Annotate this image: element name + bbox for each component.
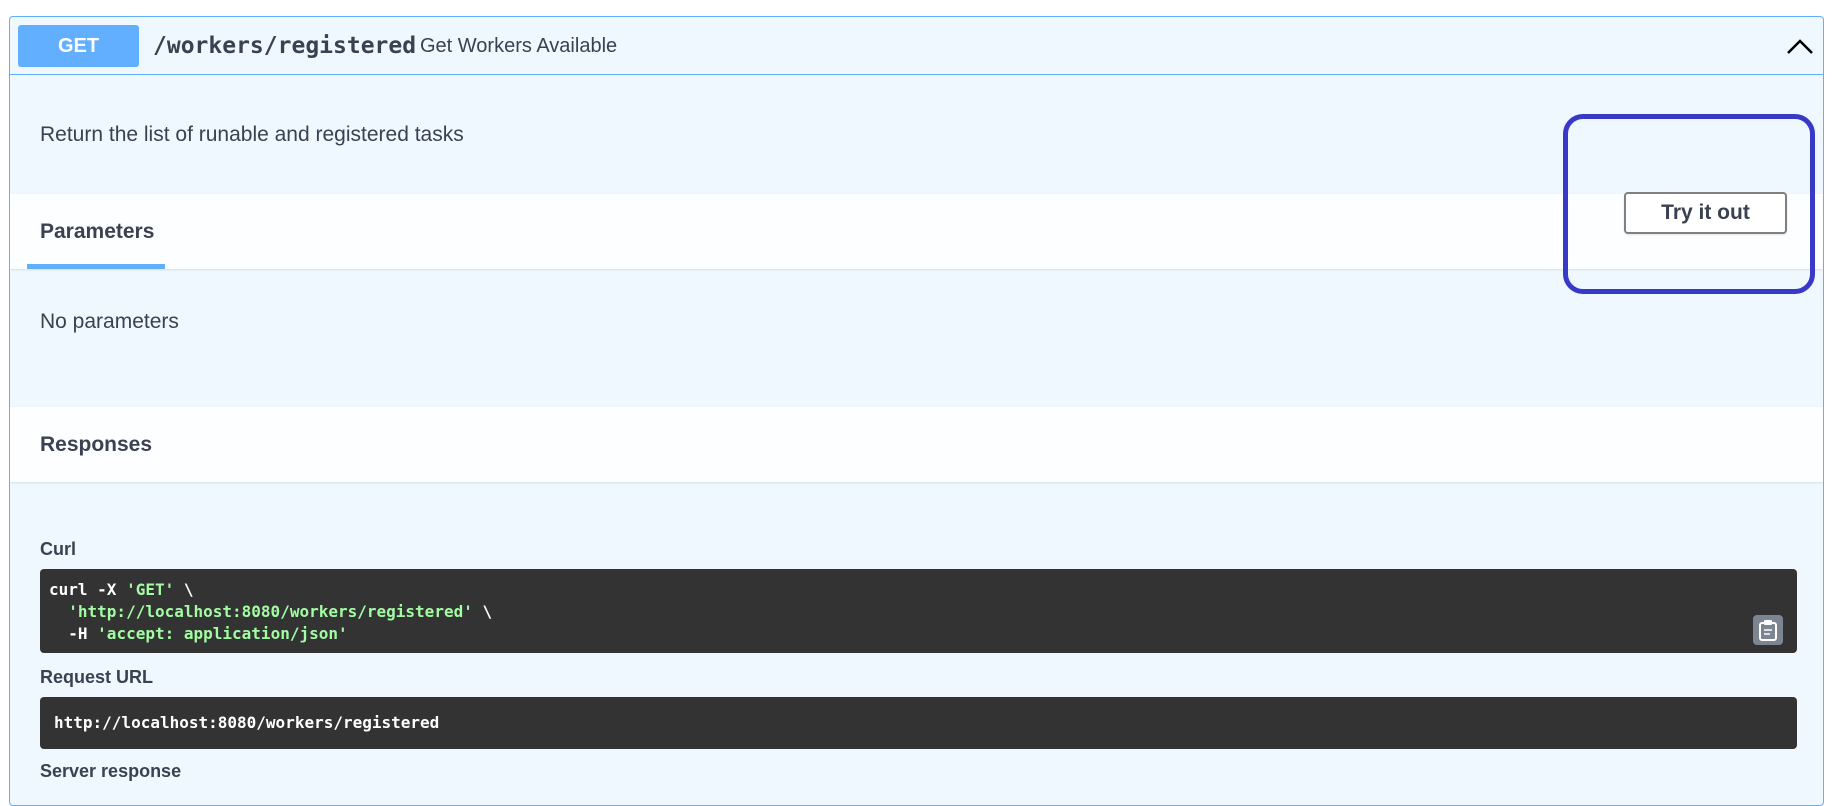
tab-active-indicator <box>27 264 165 269</box>
clipboard-icon <box>1759 620 1777 641</box>
no-parameters-text: No parameters <box>40 310 179 333</box>
tab-parameters[interactable]: Parameters <box>40 220 154 244</box>
request-url-value: http://localhost:8080/workers/registered <box>40 697 1797 749</box>
method-badge: GET <box>18 25 139 67</box>
request-url-label: Request URL <box>40 667 154 687</box>
curl-line-2: 'http://localhost:8080/workers/registere… <box>68 602 493 621</box>
curl-label: Curl <box>40 539 76 559</box>
operation-description: Return the list of runable and registere… <box>40 123 464 146</box>
curl-code-block: curl -X 'GET' \ 'http://localhost:8080/w… <box>40 569 1797 653</box>
try-it-out-button[interactable]: Try it out <box>1624 192 1787 234</box>
parameters-header: Parameters <box>10 194 1823 269</box>
operation-summary[interactable]: GET /workers/registered Get Workers Avai… <box>10 17 1823 75</box>
curl-line-3: -H 'accept: application/json' <box>49 624 348 643</box>
operation-block: GET /workers/registered Get Workers Avai… <box>9 16 1824 806</box>
operation-path: /workers/registered <box>153 33 417 59</box>
copy-to-clipboard-button[interactable] <box>1753 615 1783 645</box>
operation-summary-text: Get Workers Available <box>420 35 618 57</box>
responses-header: Responses <box>10 407 1823 482</box>
curl-line-1: curl -X 'GET' \ <box>49 580 194 599</box>
responses-title: Responses <box>40 433 153 456</box>
chevron-up-icon[interactable] <box>1785 33 1815 59</box>
